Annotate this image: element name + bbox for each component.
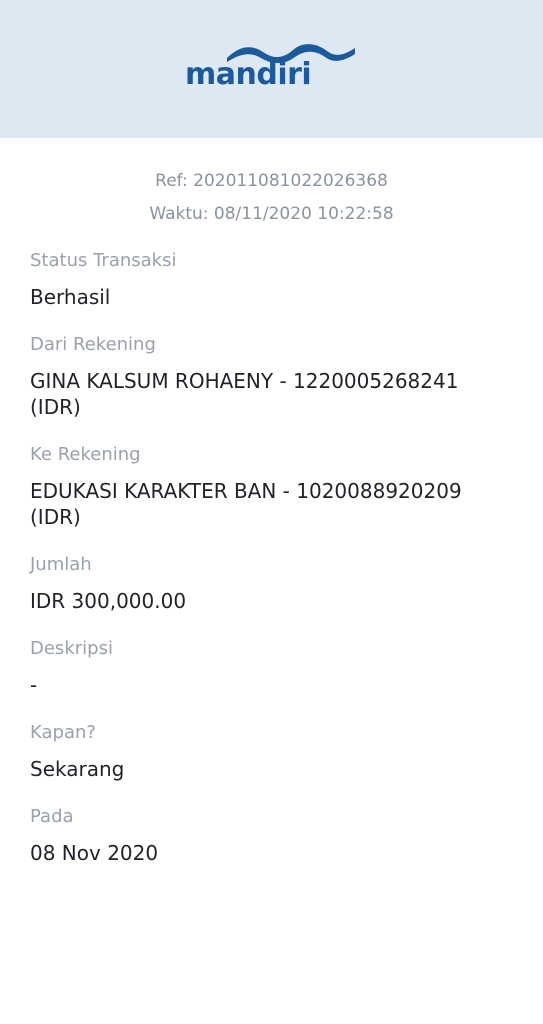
field-from-account: Dari Rekening GINA KALSUM ROHAENY - 1220… [30, 333, 513, 420]
field-label: Deskripsi [30, 638, 113, 659]
field-label: Jumlah [30, 554, 92, 575]
field-value: - [30, 673, 38, 697]
transaction-time: Waktu: 08/11/2020 10:22:58 [149, 204, 394, 224]
field-value: IDR 300,000.00 [30, 589, 187, 613]
field-label: Ke Rekening [30, 444, 141, 465]
reference-number: Ref: 202011081022026368 [155, 171, 388, 191]
field-label: Status Transaksi [30, 250, 177, 271]
field-status: Status Transaksi Berhasil [30, 249, 513, 310]
field-label: Pada [30, 806, 74, 827]
field-value: 08 Nov 2020 [30, 841, 159, 865]
field-value: EDUKASI KARAKTER BAN - 1020088920209 (ID… [30, 479, 462, 529]
field-description: Deskripsi - [30, 637, 513, 698]
mandiri-logo: mandiri [185, 42, 360, 96]
field-date: Pada 08 Nov 2020 [30, 805, 513, 866]
field-value: Berhasil [30, 285, 111, 309]
receipt-meta: Ref: 202011081022026368 Waktu: 08/11/202… [0, 165, 543, 231]
brand-name: mandiri [185, 57, 312, 92]
field-label: Kapan? [30, 722, 96, 743]
field-label: Dari Rekening [30, 334, 156, 355]
field-value: GINA KALSUM ROHAENY - 1220005268241 (IDR… [30, 369, 459, 419]
field-amount: Jumlah IDR 300,000.00 [30, 553, 513, 614]
field-when: Kapan? Sekarang [30, 721, 513, 782]
field-to-account: Ke Rekening EDUKASI KARAKTER BAN - 10200… [30, 443, 513, 530]
transaction-details: Status Transaksi Berhasil Dari Rekening … [0, 249, 543, 866]
header-banner: mandiri [0, 0, 543, 138]
field-value: Sekarang [30, 757, 125, 781]
